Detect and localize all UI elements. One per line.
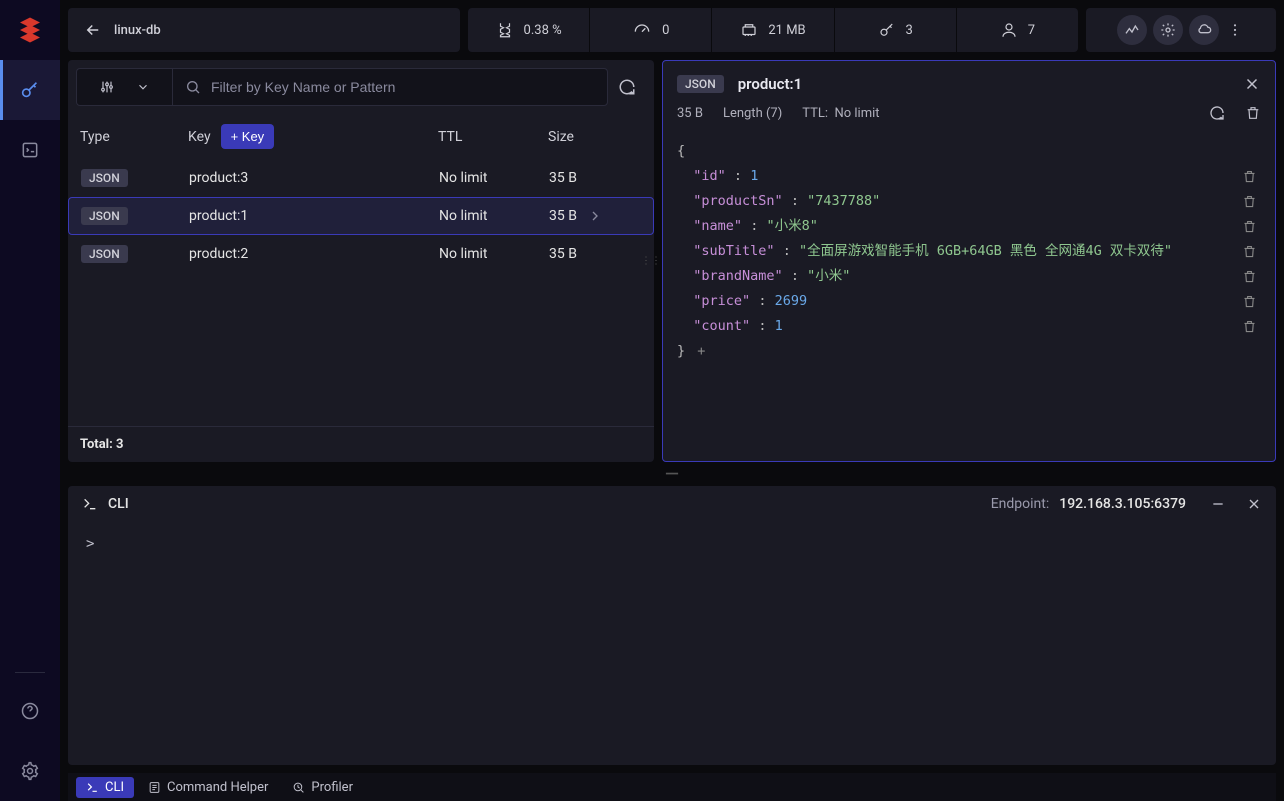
bottom-tab-command-helper[interactable]: Command Helper: [138, 777, 278, 798]
endpoint-label: Endpoint:: [991, 496, 1050, 512]
terminal-icon: [82, 496, 98, 512]
stat-clients[interactable]: 7: [957, 8, 1078, 52]
detail-type-badge: JSON: [677, 75, 724, 93]
key-search-input[interactable]: [211, 79, 595, 95]
sidebar-item-keys[interactable]: [0, 60, 60, 120]
table-row[interactable]: JSON product:1 No limit 35 B: [68, 197, 654, 235]
minimize-cli-button[interactable]: [1210, 496, 1226, 512]
endpoint-value: 192.168.3.105:6379: [1059, 496, 1186, 512]
stats-bar: 0.38 % 0 21 MB 3 7: [468, 8, 1078, 52]
cli-body[interactable]: >: [68, 522, 1276, 765]
delete-field-icon[interactable]: [1238, 194, 1261, 209]
delete-field-icon[interactable]: [1238, 269, 1261, 284]
close-cli-button[interactable]: [1246, 496, 1262, 512]
db-selector[interactable]: linux-db: [68, 8, 460, 52]
json-field[interactable]: "productSn" : "7437788": [677, 189, 1261, 214]
row-ttl: No limit: [439, 208, 549, 224]
topbar-tools: [1086, 8, 1276, 52]
delete-field-icon[interactable]: [1238, 219, 1261, 234]
bottombar: CLI Command Helper Profiler: [68, 773, 1276, 801]
stat-keys[interactable]: 3: [835, 8, 957, 52]
json-field[interactable]: "id" : 1: [677, 164, 1261, 189]
detail-ttl: TTL: No limit: [802, 106, 879, 121]
table-row[interactable]: JSON product:2 No limit 35 B: [68, 235, 654, 273]
refresh-detail-button[interactable]: [1209, 105, 1225, 121]
sidebar-item-help[interactable]: [0, 681, 60, 741]
row-ttl: No limit: [439, 246, 549, 262]
stat-latency[interactable]: 0: [590, 8, 712, 52]
col-type: Type: [80, 129, 188, 145]
tool-analytics-icon[interactable]: [1117, 15, 1147, 45]
key-search-wrap: [172, 68, 608, 106]
row-ttl: No limit: [439, 170, 549, 186]
row-size: 35 B: [549, 170, 629, 186]
sidebar: [0, 0, 60, 801]
refresh-keys-button[interactable]: [608, 78, 646, 96]
cli-title: CLI: [108, 496, 129, 512]
chevron-down-icon: [136, 80, 150, 94]
type-badge: JSON: [81, 207, 128, 225]
table-row[interactable]: JSON product:3 No limit 35 B: [68, 159, 654, 197]
detail-size: 35 B: [677, 106, 703, 121]
db-name: linux-db: [114, 23, 161, 38]
cli-prompt: >: [86, 536, 94, 552]
add-field-button[interactable]: +: [693, 343, 705, 359]
close-detail-button[interactable]: [1243, 75, 1261, 93]
col-ttl: TTL: [438, 129, 548, 145]
sidebar-item-settings[interactable]: [0, 741, 60, 801]
detail-key-name: product:1: [738, 75, 802, 93]
col-key: Key: [188, 129, 211, 145]
type-badge: JSON: [81, 169, 128, 187]
sliders-icon: [99, 79, 115, 95]
add-key-button[interactable]: + Key: [221, 124, 275, 149]
col-size: Size: [548, 129, 628, 145]
keys-footer: Total: 3: [68, 426, 654, 462]
delete-field-icon[interactable]: [1238, 294, 1261, 309]
chevron-right-icon: [587, 208, 603, 224]
vertical-resize-handle[interactable]: ⋮⋮: [641, 256, 661, 267]
delete-field-icon[interactable]: [1238, 319, 1261, 334]
bottom-tab-cli[interactable]: CLI: [76, 777, 134, 798]
sidebar-item-workbench[interactable]: [0, 120, 60, 180]
tool-more-icon[interactable]: [1225, 22, 1245, 38]
json-field[interactable]: "name" : "小米8": [677, 214, 1261, 239]
topbar: linux-db 0.38 % 0 21 MB 3: [60, 0, 1284, 60]
key-detail-panel: JSON product:1 35 B Length (7) TTL: No l…: [662, 60, 1276, 462]
type-badge: JSON: [81, 245, 128, 263]
search-icon: [185, 79, 201, 95]
json-field[interactable]: "price" : 2699: [677, 289, 1261, 314]
row-key: product:1: [189, 208, 439, 224]
row-size: 35 B: [549, 246, 629, 262]
app-logo: [0, 0, 60, 60]
delete-field-icon[interactable]: [1238, 169, 1261, 184]
horizontal-resize-handle[interactable]: ━━: [68, 470, 1276, 478]
detail-length: Length (7): [723, 106, 782, 121]
json-field[interactable]: "count" : 1: [677, 314, 1261, 339]
json-field[interactable]: "brandName" : "小米": [677, 264, 1261, 289]
keys-table-header: Type Key + Key TTL Size: [68, 114, 654, 159]
back-icon[interactable]: [84, 21, 102, 39]
tool-cloud-icon[interactable]: [1189, 15, 1219, 45]
bottom-tab-profiler[interactable]: Profiler: [282, 777, 363, 798]
stat-memory[interactable]: 21 MB: [712, 8, 834, 52]
stat-cpu[interactable]: 0.38 %: [468, 8, 590, 52]
delete-key-button[interactable]: [1245, 105, 1261, 121]
cli-panel: CLI Endpoint: 192.168.3.105:6379 >: [68, 486, 1276, 765]
tool-settings-icon[interactable]: [1153, 15, 1183, 45]
filter-type-dropdown[interactable]: [76, 68, 172, 106]
row-key: product:3: [189, 170, 439, 186]
json-field[interactable]: "subTitle" : "全面屏游戏智能手机 6GB+64GB 黑色 全网通4…: [677, 239, 1261, 264]
delete-field-icon[interactable]: [1238, 244, 1261, 259]
keys-panel: Type Key + Key TTL Size JSON product:3 N…: [68, 60, 654, 462]
row-key: product:2: [189, 246, 439, 262]
row-size: 35 B: [549, 208, 629, 224]
